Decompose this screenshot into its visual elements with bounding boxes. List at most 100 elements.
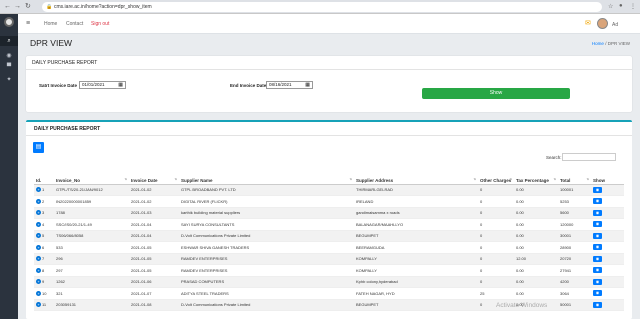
view-eye-icon[interactable]: ◉: [593, 198, 602, 205]
cell-invoice-date: 2021-01-05: [129, 241, 179, 254]
column-header[interactable]: Id.: [34, 166, 54, 185]
sidebar-tools-icon[interactable]: ✦: [0, 76, 18, 83]
cell-other-charges: 25: [478, 287, 514, 300]
expand-row-icon[interactable]: +: [36, 267, 41, 273]
avatar[interactable]: [597, 18, 608, 29]
address-bar[interactable]: 🔒 cms.iare.ac.in/home?action=dpr_show_it…: [42, 2, 602, 12]
view-eye-icon[interactable]: ◉: [593, 209, 602, 216]
cell-total: 3064: [558, 287, 591, 300]
sort-icon: ⇅: [124, 176, 127, 181]
notification-icon[interactable]: ✉: [585, 19, 591, 27]
cell-invoice-date: 2021-01-05: [129, 264, 179, 277]
sidebar-search-icon[interactable]: ⌕: [0, 36, 18, 46]
end-date-label: End Invoice Date: [230, 83, 267, 88]
view-eye-icon[interactable]: ◉: [593, 244, 602, 251]
cell-invoice-no: 203059131: [54, 299, 129, 311]
cell-invoice-no: 1788: [54, 207, 129, 219]
sort-icon: ⇅: [473, 176, 476, 181]
cell-invoice-no: 297: [54, 264, 129, 277]
cell-other-charges: 0: [478, 184, 514, 196]
cell-tax-percentage: 0.00: [514, 184, 558, 196]
menu-dots-icon[interactable]: ⋮: [630, 3, 636, 10]
expand-row-icon[interactable]: +: [36, 210, 41, 216]
view-eye-icon[interactable]: ◉: [593, 186, 602, 193]
cell-id-text: 11: [42, 302, 47, 308]
view-eye-icon[interactable]: ◉: [593, 232, 602, 239]
expand-row-icon[interactable]: +: [36, 302, 41, 308]
cell-tax-percentage: 12.00: [514, 253, 558, 265]
end-date-input[interactable]: 08/16/2021 ▦: [266, 81, 313, 89]
table-row: +8 297 2021-01-05 RAMDEV ENTERPRISES KOMPALL…: [34, 264, 624, 277]
breadcrumb-home[interactable]: Home: [592, 41, 604, 46]
nav-contact[interactable]: Contact: [66, 21, 83, 27]
reload-icon[interactable]: ↻: [25, 3, 31, 11]
cell-id: +10: [34, 287, 54, 300]
column-header[interactable]: Invoice_No ⇅: [54, 166, 129, 185]
cell-supplier-address: BEGUMPET: [354, 299, 478, 311]
column-header[interactable]: Total ⇅: [558, 166, 591, 185]
cell-id: +3: [34, 207, 54, 219]
calendar-icon[interactable]: ▦: [118, 82, 123, 88]
expand-row-icon[interactable]: +: [36, 198, 41, 204]
column-header[interactable]: Supplier Name ⇅: [179, 166, 354, 185]
calendar-icon[interactable]: ▦: [305, 82, 310, 88]
cell-total: 5253: [558, 195, 591, 208]
cell-id: +8: [34, 264, 54, 277]
export-file-icon[interactable]: ▤: [33, 142, 44, 153]
start-date-value: 01/01/2021: [82, 82, 105, 87]
cell-total: 5600: [558, 207, 591, 219]
expand-row-icon[interactable]: +: [36, 233, 41, 239]
view-eye-icon[interactable]: ◉: [593, 301, 602, 308]
cell-tax-percentage: 0.00: [514, 195, 558, 208]
cell-total: 20720: [558, 253, 591, 265]
column-header[interactable]: Tax Percentage ⇅: [514, 166, 558, 185]
cell-show: ◉: [591, 276, 624, 288]
report-card: DAILY PURCHASE REPORT ▤ Search: Id. Invo…: [26, 120, 632, 319]
column-header[interactable]: Other Charges ⇅: [478, 166, 514, 185]
view-eye-icon[interactable]: ◉: [593, 255, 602, 262]
hamburger-icon[interactable]: ≡: [26, 20, 30, 27]
expand-row-icon[interactable]: +: [36, 244, 41, 250]
cell-supplier-address: gandimaisamma x roads: [354, 207, 478, 219]
sort-icon: ⇅: [553, 176, 556, 181]
view-eye-icon[interactable]: ◉: [593, 278, 602, 285]
sidebar-cart-icon[interactable]: ▀: [0, 64, 18, 70]
divider: [26, 135, 632, 136]
expand-row-icon[interactable]: +: [36, 290, 41, 296]
column-header[interactable]: Show: [591, 166, 624, 185]
user-name[interactable]: Ad: [612, 22, 618, 28]
show-button[interactable]: Show: [422, 88, 570, 99]
expand-row-icon[interactable]: +: [36, 187, 41, 193]
search-input[interactable]: [562, 153, 616, 161]
cell-invoice-no: IN20220000001859: [54, 195, 129, 208]
sidebar-dashboard-icon[interactable]: ◉: [0, 52, 18, 59]
cell-supplier-address: IRELAND: [354, 195, 478, 208]
cell-id-text: 9: [42, 279, 45, 285]
nav-signout[interactable]: Sign out: [91, 21, 109, 27]
sort-icon: ⇅: [509, 176, 512, 181]
cell-supplier-address: FATEH NAGAR, HYD: [354, 287, 478, 300]
expand-row-icon[interactable]: +: [36, 256, 41, 262]
back-icon[interactable]: ←: [4, 3, 11, 11]
view-eye-icon[interactable]: ◉: [593, 267, 602, 274]
cell-total: 4200: [558, 276, 591, 288]
expand-row-icon[interactable]: +: [36, 221, 41, 227]
column-header[interactable]: Supplier Address ⇅: [354, 166, 478, 185]
view-eye-icon[interactable]: ◉: [593, 221, 602, 228]
cell-supplier-address: BEERAMGUDA: [354, 241, 478, 254]
forward-icon[interactable]: →: [14, 3, 21, 11]
cell-supplier-name: DIGITAL RIVER (FLICKR): [179, 195, 354, 208]
profile-icon[interactable]: ●: [619, 3, 623, 9]
view-eye-icon[interactable]: ◉: [593, 290, 602, 297]
nav-home[interactable]: Home: [44, 21, 57, 27]
cell-show: ◉: [591, 287, 624, 300]
cell-invoice-date: 2021-01-05: [129, 253, 179, 265]
column-header[interactable]: Invoice Date ⇅: [129, 166, 179, 185]
expand-row-icon[interactable]: +: [36, 279, 41, 285]
cell-invoice-date: 2021-01-03: [129, 207, 179, 219]
cell-supplier-name: ESHWAR SHIVA GANESH TRADERS: [179, 241, 354, 254]
filter-card: DAILY PURCHASE REPORT Satrt Invoice Date…: [26, 56, 632, 112]
start-date-input[interactable]: 01/01/2021 ▦: [79, 81, 126, 89]
star-icon[interactable]: ☆: [608, 3, 613, 10]
divider: [26, 69, 632, 70]
